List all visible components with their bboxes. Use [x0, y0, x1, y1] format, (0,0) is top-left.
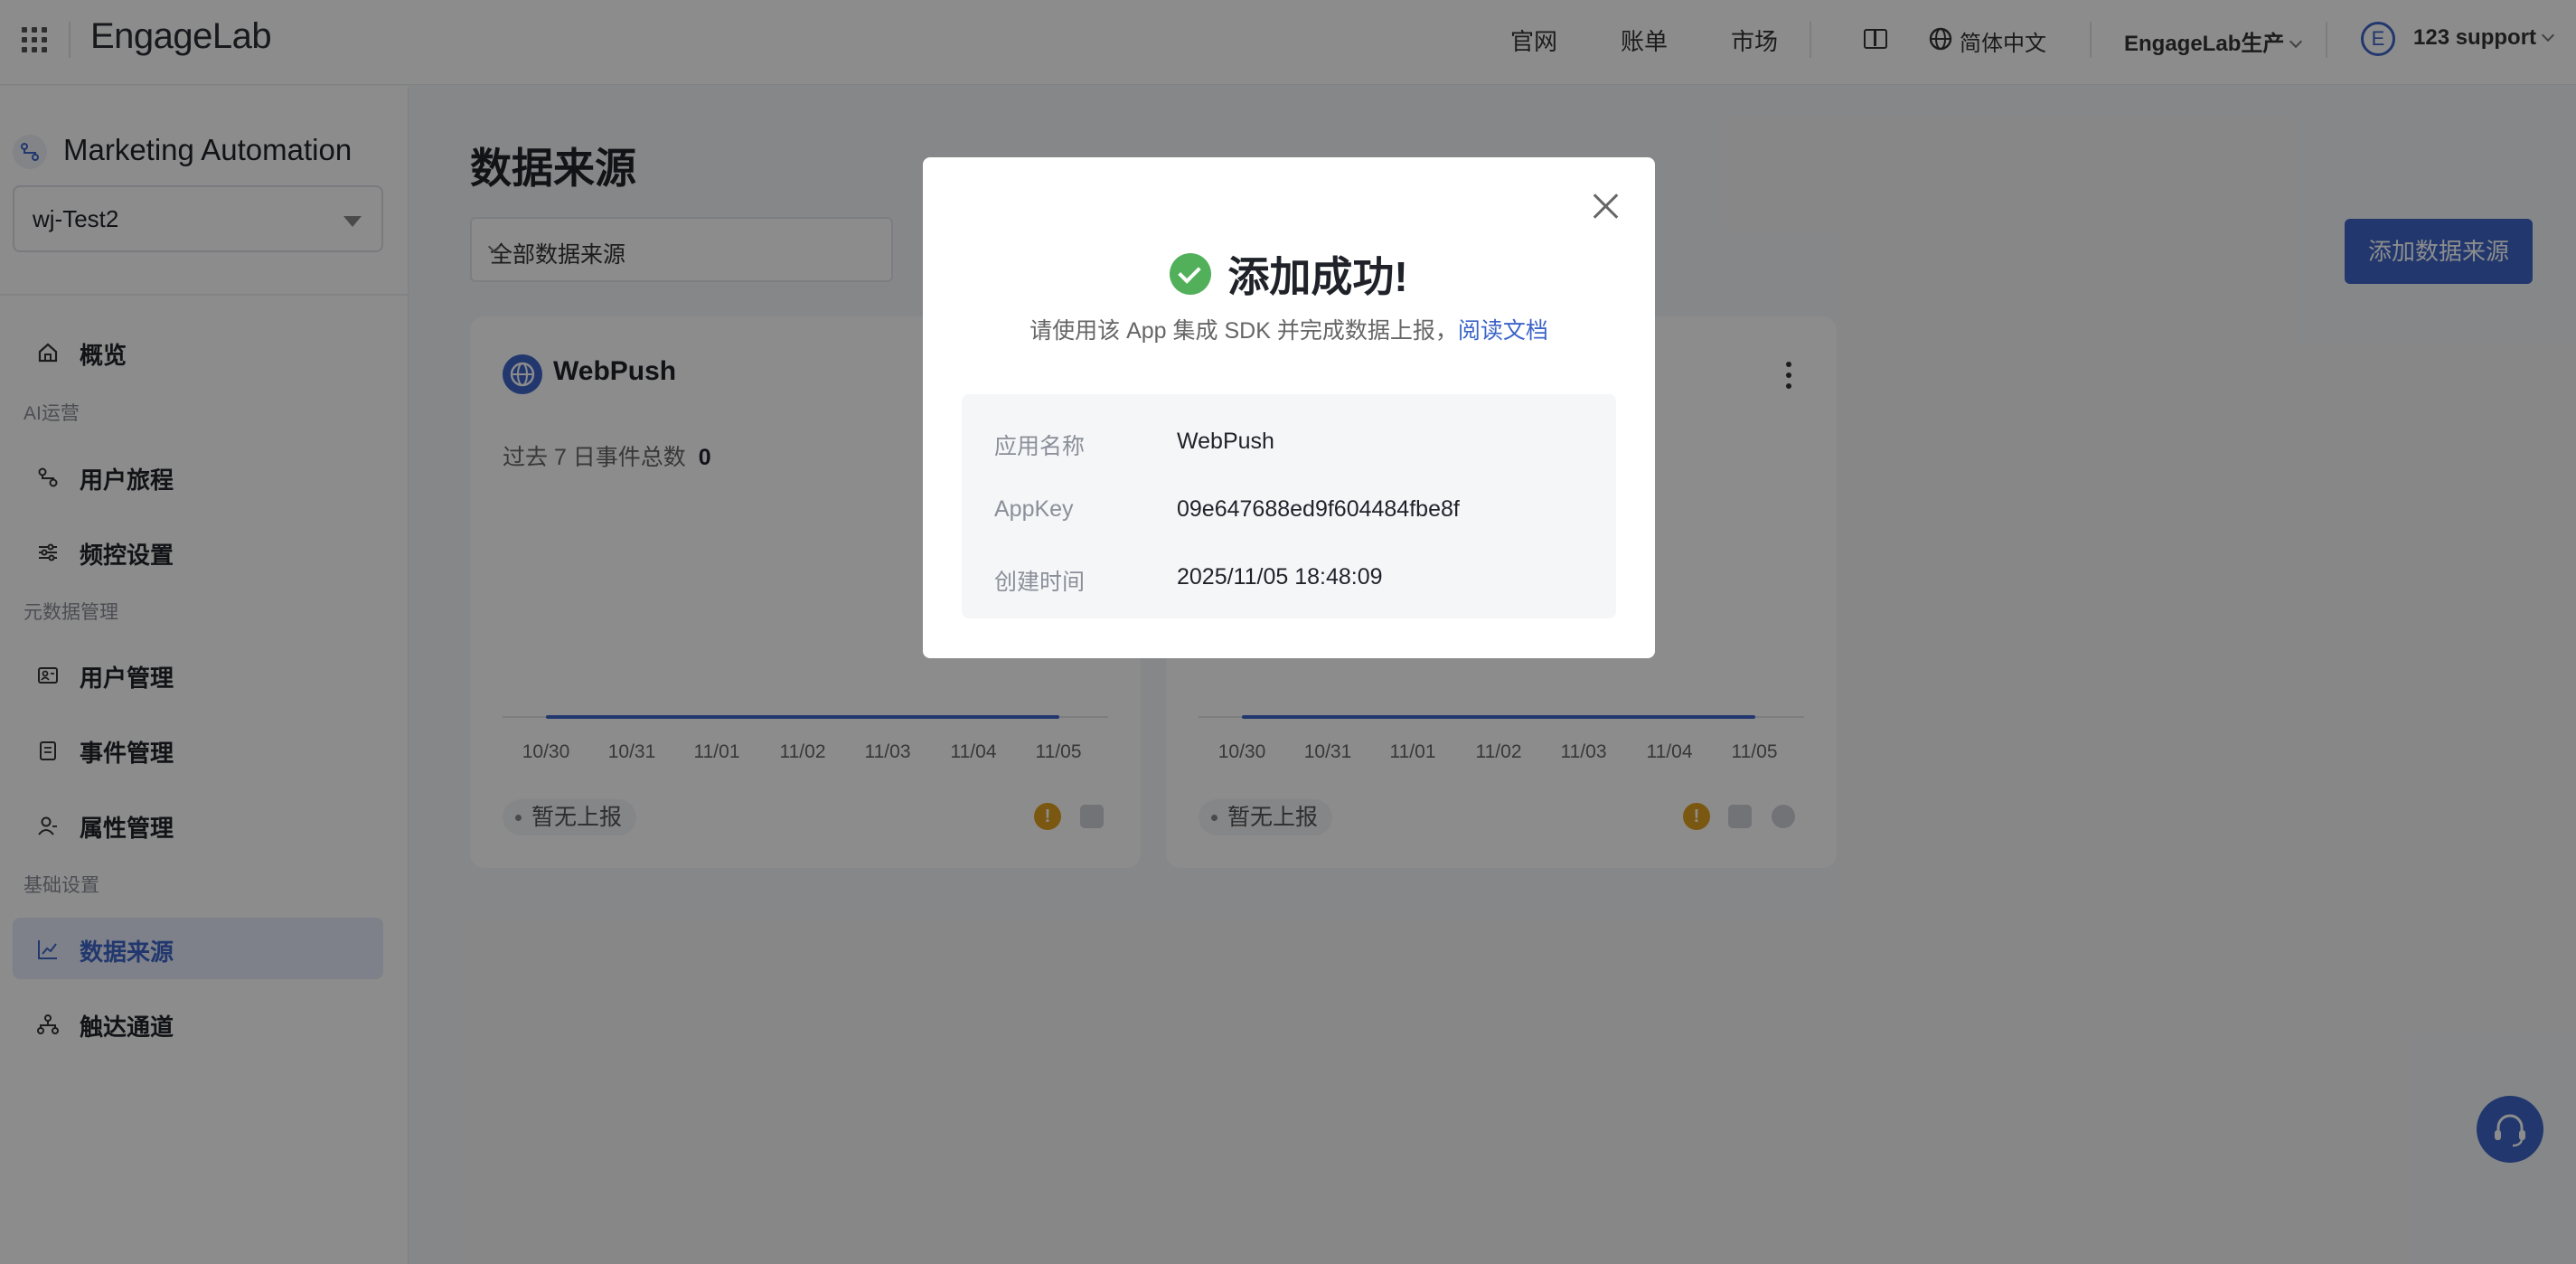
info-key: AppKey: [994, 496, 1074, 522]
dialog-hint: 请使用该 App 集成 SDK 并完成数据上报，阅读文档: [923, 313, 1655, 345]
check-circle-icon: [1170, 253, 1212, 295]
dialog-header: 添加成功!: [923, 244, 1655, 304]
dialog-title: 添加成功!: [1227, 253, 1408, 300]
appkey-value: 09e647688ed9f604484fbe8f: [1177, 496, 1460, 522]
app-info-box: 应用名称 WebPush AppKey 09e647688ed9f604484f…: [962, 394, 1616, 618]
success-dialog: 添加成功! 请使用该 App 集成 SDK 并完成数据上报，阅读文档 应用名称 …: [923, 157, 1655, 658]
info-key: 应用名称: [994, 434, 1086, 459]
close-icon[interactable]: [1590, 190, 1622, 222]
read-docs-link[interactable]: 阅读文档: [1458, 318, 1548, 344]
info-key: 创建时间: [994, 570, 1086, 595]
hint-text: 请使用该 App 集成 SDK 并完成数据上报，: [1029, 318, 1458, 344]
created-time-value: 2025/11/05 18:48:09: [1177, 564, 1383, 590]
app-name-value: WebPush: [1177, 429, 1274, 454]
